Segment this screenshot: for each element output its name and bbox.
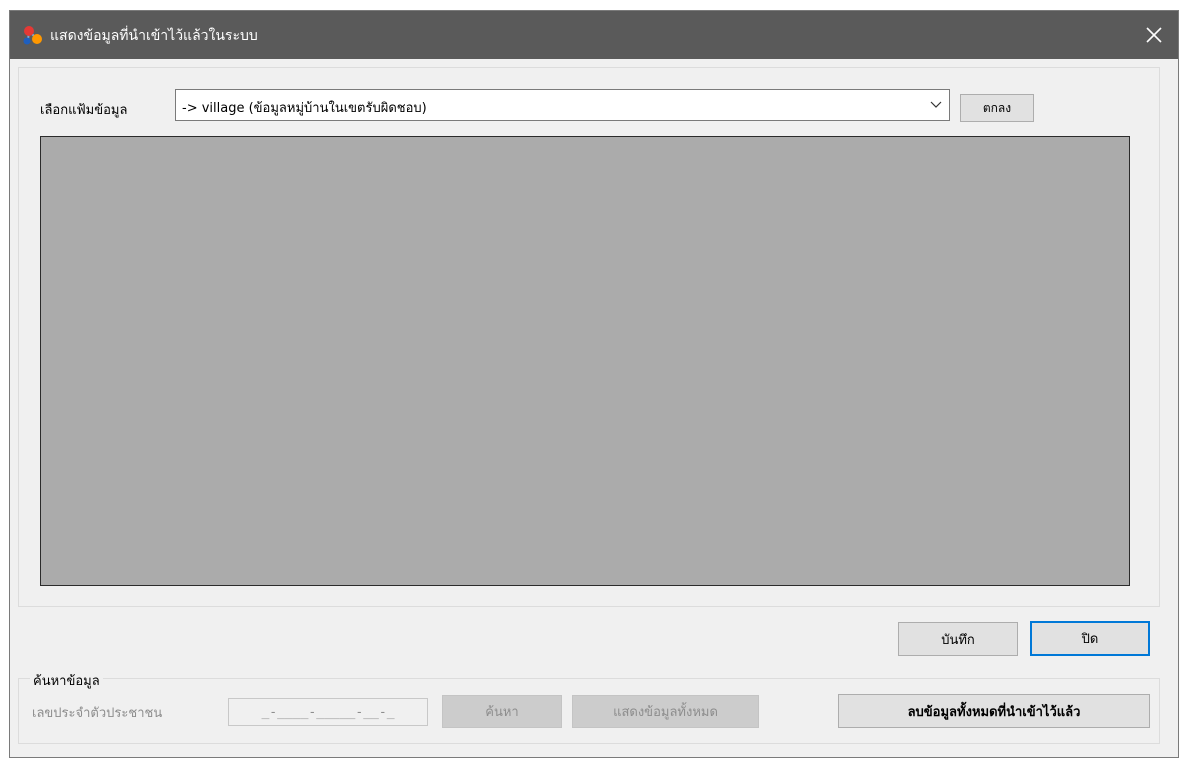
close-button[interactable]: ปิด	[1030, 621, 1150, 656]
file-select-label: เลือกแฟ้มข้อมูล	[40, 103, 128, 118]
ok-button[interactable]: ตกลง	[960, 94, 1034, 122]
show-all-button[interactable]: แสดงข้อมูลทั้งหมด	[572, 695, 759, 728]
save-button[interactable]: บันทึก	[898, 622, 1018, 656]
chevron-down-icon	[930, 101, 942, 108]
title-bar[interactable]: แสดงข้อมูลที่นำเข้าไว้แล้วในระบบ	[10, 11, 1178, 59]
search-group-title: ค้นหาข้อมูล	[30, 670, 103, 691]
close-icon	[1146, 27, 1162, 43]
file-select-dropdown[interactable]: -> village (ข้อมูลหมู่บ้านในเขตรับผิดชอบ…	[175, 89, 950, 121]
close-window-button[interactable]	[1130, 11, 1178, 59]
search-button[interactable]: ค้นหา	[442, 695, 562, 728]
delete-all-button[interactable]: ลบข้อมูลทั้งหมดที่นำเข้าไว้แล้ว	[838, 694, 1150, 728]
window-title: แสดงข้อมูลที่นำเข้าไว้แล้วในระบบ	[50, 28, 258, 44]
molecule-app-icon	[23, 26, 42, 45]
data-grid[interactable]	[40, 136, 1130, 586]
citizen-id-label: เลขประจำตัวประชาชน	[32, 706, 163, 721]
citizen-id-input[interactable]: _-____-_____-__-_	[228, 698, 428, 726]
file-select-value: -> village (ข้อมูลหมู่บ้านในเขตรับผิดชอบ…	[182, 101, 427, 116]
